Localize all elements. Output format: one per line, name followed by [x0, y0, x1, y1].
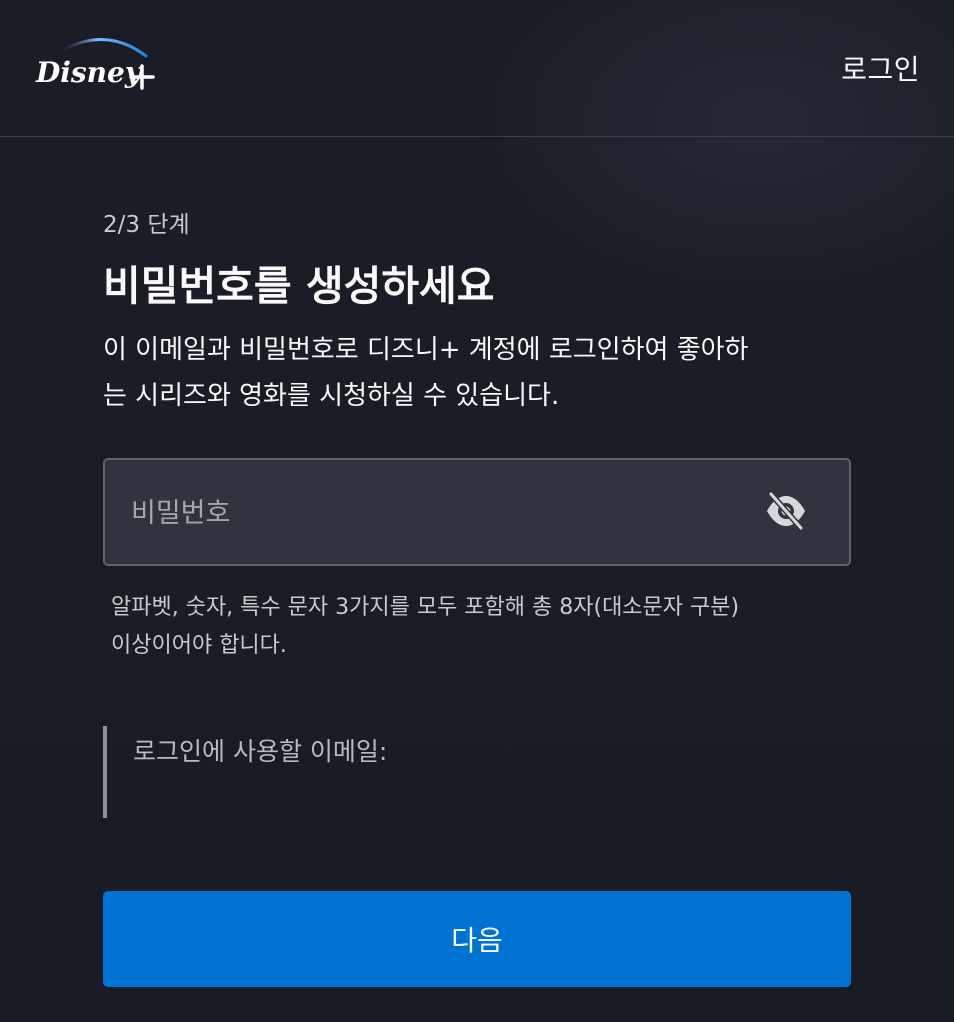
- hint-line-1: 알파벳, 숫자, 특수 문자 3가지를 모두 포함해 총 8자(대소문자 구분): [111, 595, 740, 620]
- description-text: 이 이메일과 비밀번호로 디즈니+ 계정에 로그인하여 좋아하 는 시리즈와 영…: [103, 327, 851, 419]
- disney-plus-logo-icon: Disney: [35, 38, 155, 90]
- password-requirements-hint: 알파벳, 숫자, 특수 문자 3가지를 모두 포함해 총 8자(대소문자 구분)…: [111, 589, 851, 665]
- login-email-block: 로그인에 사용할 이메일:: [103, 726, 851, 818]
- disney-plus-logo[interactable]: Disney: [34, 30, 158, 100]
- password-field-container: [103, 458, 851, 566]
- password-input[interactable]: [129, 460, 753, 566]
- login-link[interactable]: 로그인: [841, 48, 920, 88]
- top-header: Disney 로그인: [0, 0, 954, 137]
- description-line-2: 는 시리즈와 영화를 시청하실 수 있습니다.: [103, 381, 560, 411]
- login-email-label: 로그인에 사용할 이메일:: [133, 737, 388, 766]
- svg-text:Disney: Disney: [35, 56, 143, 89]
- eye-slash-icon[interactable]: [763, 488, 809, 534]
- step-indicator: 2/3 단계: [103, 212, 190, 238]
- description-line-1: 이 이메일과 비밀번호로 디즈니+ 계정에 로그인하여 좋아하: [103, 335, 749, 365]
- hint-line-2: 이상이어야 합니다.: [111, 633, 287, 658]
- page-title: 비밀번호를 생성하세요: [103, 262, 495, 310]
- next-button[interactable]: 다음: [103, 891, 851, 987]
